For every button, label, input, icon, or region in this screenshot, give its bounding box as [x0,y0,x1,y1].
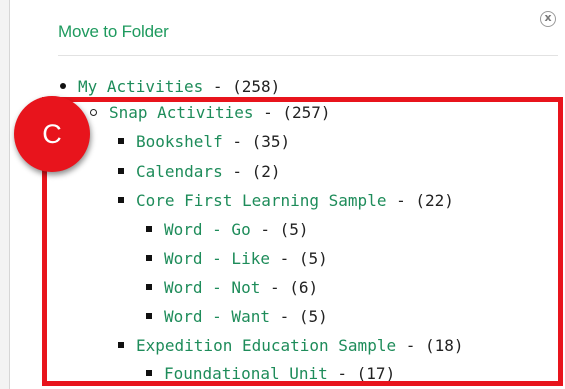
tree-item-foundational-unit: Foundational Unit - (17) [146,362,395,386]
tree-item-bookshelf: Bookshelf - (35) [118,130,290,154]
callout-badge: C [14,96,90,172]
folder-link-word-like[interactable]: Word - Like [164,249,270,268]
bullet-icon [118,342,124,348]
folder-count: - (22) [386,191,454,210]
folder-count: - (5) [250,220,309,239]
folder-count: - (17) [327,364,396,383]
title-divider [58,55,558,56]
folder-count: - (35) [222,132,291,151]
tree-item-word-want: Word - Want - (5) [146,305,328,329]
bullet-icon [146,255,152,261]
tree-item-word-like: Word - Like - (5) [146,247,328,271]
bullet-icon [90,108,97,116]
tree-item-snap-activities: Snap Activities - (257) [90,101,331,125]
folder-count: - (6) [260,278,319,297]
folder-count: - (5) [269,307,328,326]
folder-link-word-not[interactable]: Word - Not [164,278,260,297]
bullet-icon [146,226,152,232]
bullet-icon [118,138,124,144]
tree-item-core-first-learning-sample: Core First Learning Sample - (22) [118,189,454,213]
folder-link-core-first-learning-sample[interactable]: Core First Learning Sample [136,191,386,210]
folder-link-snap-activities[interactable]: Snap Activities [109,103,254,122]
tree-item-word-go: Word - Go - (5) [146,218,309,242]
folder-link-word-want[interactable]: Word - Want [164,307,270,326]
tree-item-expedition-education-sample: Expedition Education Sample - (18) [118,334,464,358]
folder-count: - (5) [269,249,328,268]
folder-link-calendars[interactable]: Calendars [136,162,223,181]
bullet-icon [118,197,124,203]
tree-item-my-activities: My Activities - (258) [60,75,280,99]
bullet-icon [60,83,66,89]
bullet-icon [118,168,124,174]
folder-link-bookshelf[interactable]: Bookshelf [136,132,223,151]
folder-link-foundational-unit[interactable]: Foundational Unit [164,364,328,383]
tree-item-calendars: Calendars - (2) [118,160,281,184]
bullet-icon [146,284,152,290]
dialog-title: Move to Folder [58,22,169,41]
folder-link-my-activities[interactable]: My Activities [78,77,203,96]
close-icon[interactable]: x [540,11,556,27]
bullet-icon [146,313,152,319]
folder-link-expedition-education-sample[interactable]: Expedition Education Sample [136,336,396,355]
folder-link-word-go[interactable]: Word - Go [164,220,251,239]
folder-count: - (257) [253,103,331,122]
folder-count: - (2) [222,162,281,181]
folder-count: - (258) [203,77,281,96]
tree-item-word-not: Word - Not - (6) [146,276,318,300]
folder-count: - (18) [396,336,464,355]
bullet-icon [146,370,152,376]
